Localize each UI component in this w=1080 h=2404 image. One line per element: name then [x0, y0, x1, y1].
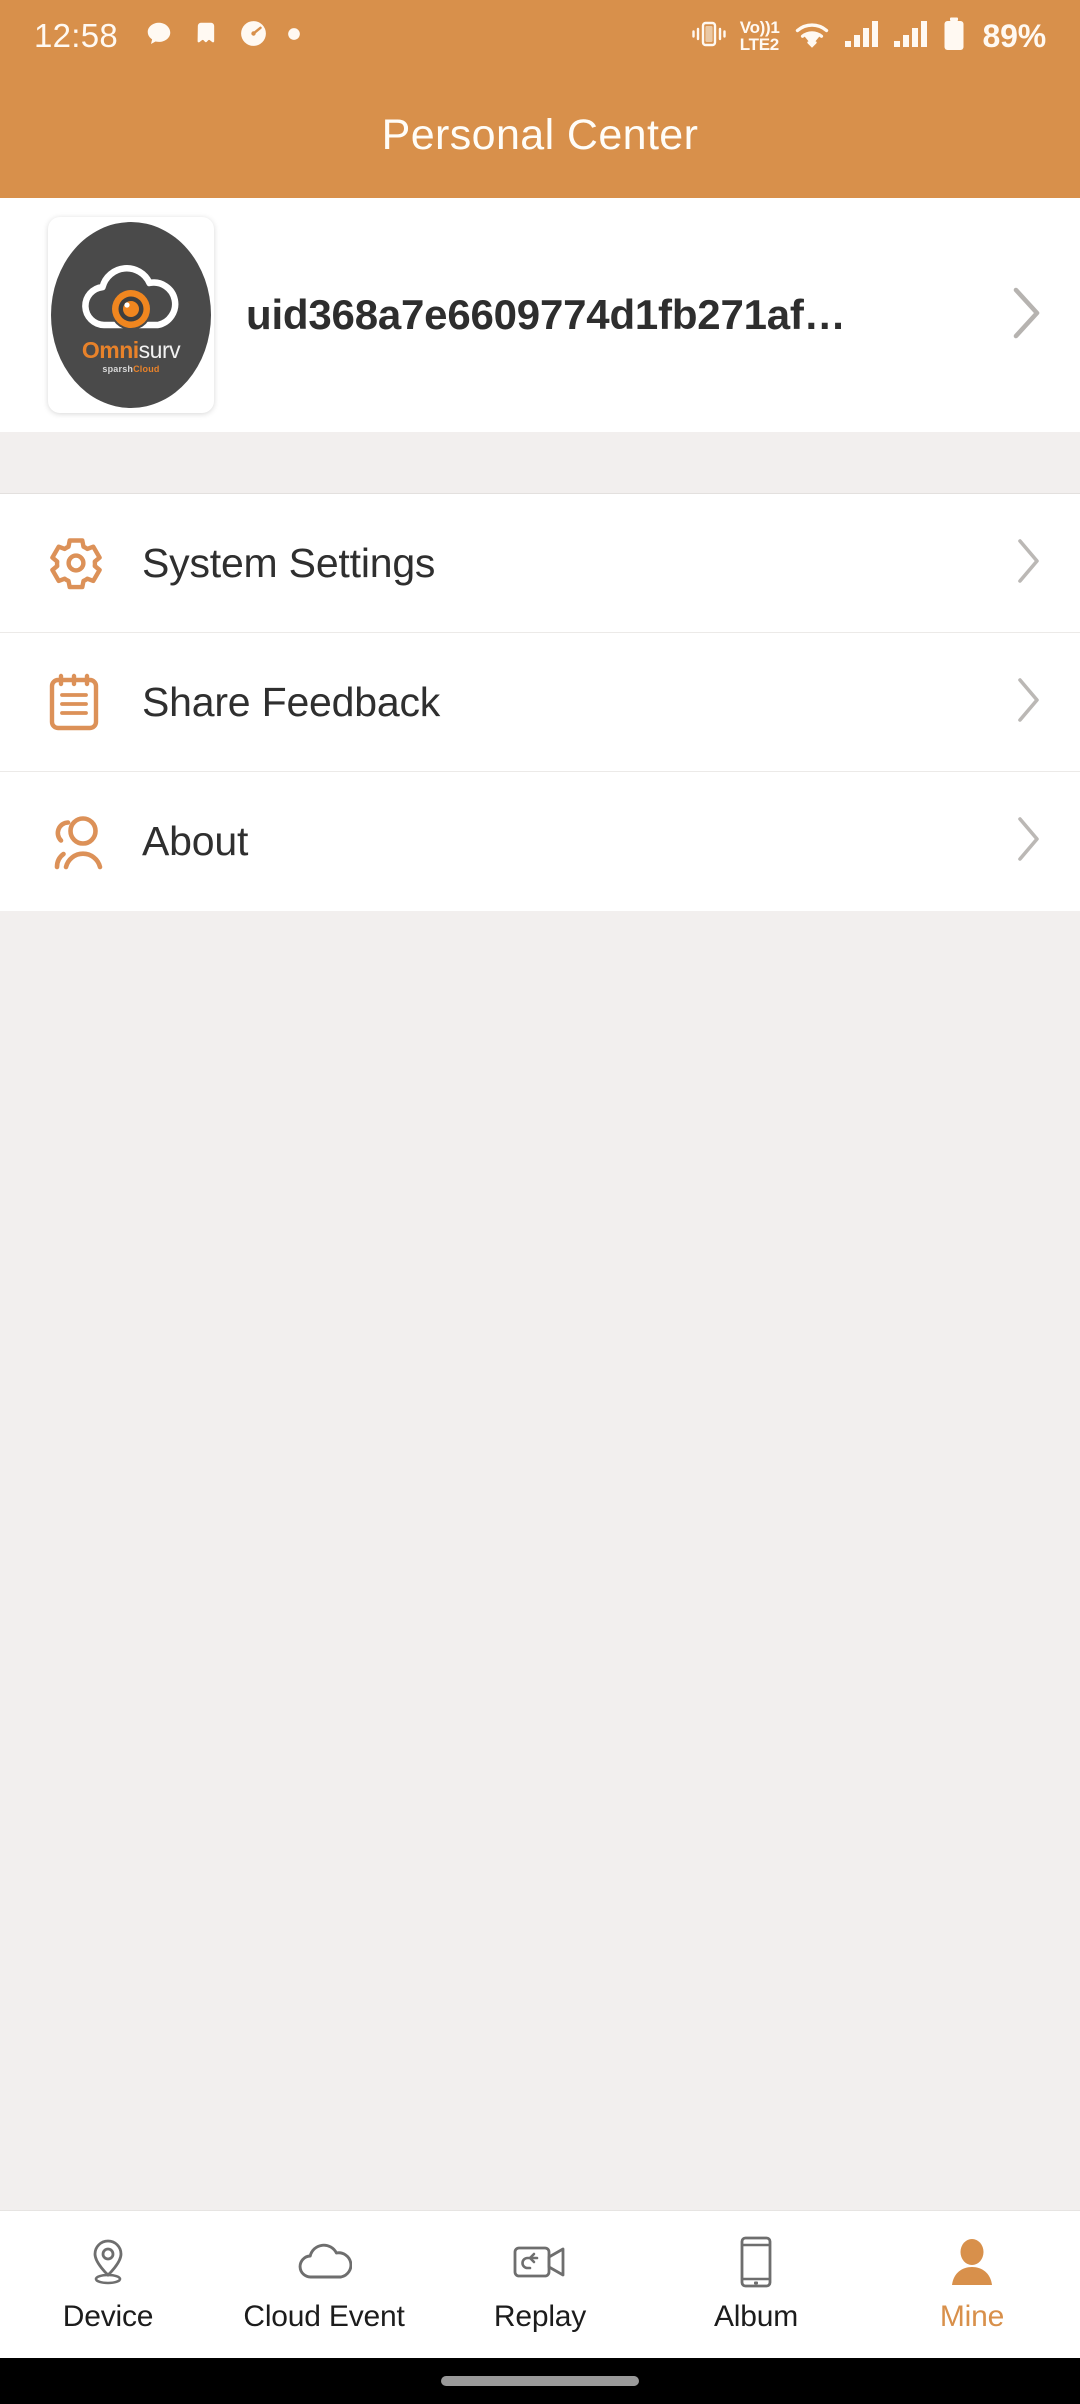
gear-icon [44, 531, 122, 595]
cloud-icon [296, 2236, 352, 2288]
profile-uid-label: uid368a7e6609774d1fb271af… [246, 291, 846, 338]
tablet-icon [736, 2236, 776, 2288]
nav-item-device[interactable]: Device [0, 2211, 216, 2358]
vibrate-icon [691, 18, 727, 55]
logo-word-omni: Omni [81, 336, 139, 363]
status-bar-system-icons: Vo))1 LTE2 89% [691, 17, 1046, 56]
nav-item-label: Album [713, 2299, 799, 2333]
volte-line-1: Vo))1 [739, 18, 780, 37]
menu-item-label: System Settings [142, 539, 436, 586]
menu-item-label: About [142, 818, 249, 864]
signal-sim2-icon [893, 19, 929, 54]
omnisurv-logo-avatar: Omnisurv sparshCloud [51, 222, 211, 408]
app-notification-icon [192, 20, 220, 53]
chevron-right-icon[interactable] [1014, 814, 1044, 869]
wifi-icon [793, 19, 831, 54]
menu-item-system-settings[interactable]: System Settings [0, 494, 1080, 633]
menu-item-share-feedback[interactable]: Share Feedback [0, 633, 1080, 772]
replay-video-icon [512, 2236, 568, 2288]
nav-item-label: Mine [939, 2299, 1005, 2333]
nav-item-label: Device [62, 2299, 154, 2333]
logo-sub-sparsh: sparsh [102, 363, 134, 374]
menu-list: System Settings Share Feedback About [0, 494, 1080, 911]
app-screen: 12:58 Vo))1 LTE2 89% Personal Center Omn… [0, 0, 1080, 2404]
app-header: Personal Center [0, 72, 1080, 198]
page-title: Personal Center [381, 110, 699, 159]
battery-icon [942, 17, 966, 56]
avatar[interactable]: Omnisurv sparshCloud [48, 217, 214, 413]
signal-sim1-icon [844, 19, 880, 54]
cloud-camera-icon [82, 264, 179, 330]
nav-item-label: Cloud Event [243, 2299, 405, 2333]
profile-row[interactable]: Omnisurv sparshCloud uid368a7e6609774d1f… [0, 198, 1080, 432]
dot-icon [287, 27, 301, 46]
menu-item-about[interactable]: About [0, 772, 1080, 911]
menu-item-label: Share Feedback [142, 678, 441, 725]
volte-line-2: LTE2 [739, 35, 779, 54]
bottom-navigation-bar: Device Cloud Event Replay Album Mine [0, 2210, 1080, 2358]
logo-subtitle: sparshCloud [102, 363, 160, 374]
person-icon [949, 2236, 995, 2288]
status-bar: 12:58 Vo))1 LTE2 89% [0, 0, 1080, 72]
section-spacer [0, 432, 1080, 494]
nav-item-cloud-event[interactable]: Cloud Event [216, 2211, 432, 2358]
logo-word-surv: surv [138, 336, 181, 363]
nav-item-mine[interactable]: Mine [864, 2211, 1080, 2358]
nav-item-label: Replay [493, 2299, 587, 2333]
battery-percent-label: 89% [982, 17, 1047, 54]
volte-icon: Vo))1 LTE2 [740, 19, 780, 53]
chevron-right-icon[interactable] [1014, 536, 1044, 591]
speedometer-icon [238, 18, 269, 54]
location-pin-icon [84, 2236, 132, 2288]
status-bar-clock: 12:58 [34, 17, 119, 54]
chat-bubble-icon [144, 19, 174, 54]
chevron-right-icon[interactable] [1010, 285, 1044, 346]
home-indicator[interactable] [441, 2376, 639, 2386]
logo-wordmark: Omnisurv [81, 336, 181, 363]
people-icon [44, 813, 122, 871]
status-bar-notification-icons [144, 18, 301, 54]
content-empty-area [0, 911, 1080, 2210]
nav-item-replay[interactable]: Replay [432, 2211, 648, 2358]
logo-sub-cloud: Cloud [133, 363, 160, 374]
chevron-right-icon[interactable] [1014, 675, 1044, 730]
clipboard-icon [44, 670, 122, 734]
nav-item-album[interactable]: Album [648, 2211, 864, 2358]
system-gesture-bar [0, 2358, 1080, 2404]
